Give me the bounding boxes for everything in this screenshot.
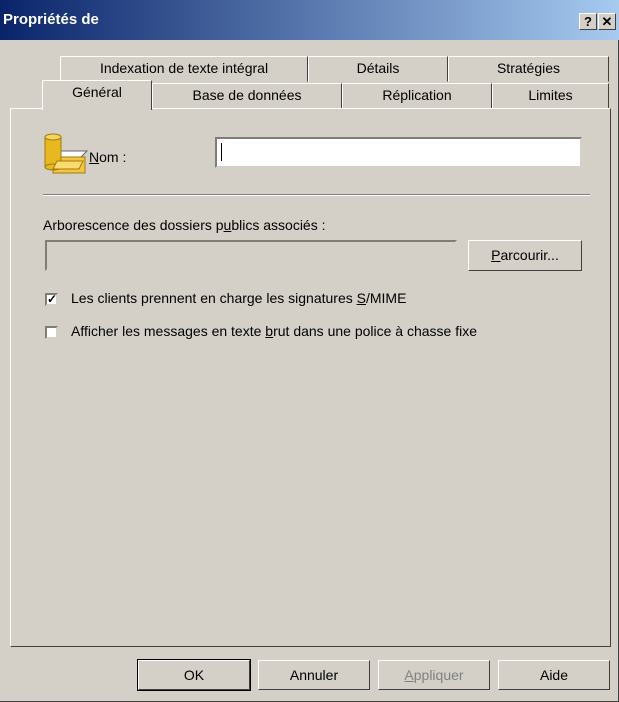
text-cursor (221, 143, 222, 161)
plain-text-label: Afficher les messages en texte brut dans… (71, 323, 477, 339)
tree-path-field[interactable] (45, 240, 457, 271)
tab-replication[interactable]: Réplication (342, 83, 492, 109)
help-button[interactable]: ? (579, 13, 597, 30)
cancel-button[interactable]: Annuler (258, 660, 370, 690)
tab-base-de-donnees[interactable]: Base de données (152, 83, 342, 109)
properties-dialog: Propriétés de ? ✕ Indexation de texte in… (0, 0, 619, 702)
database-folder-icon (44, 133, 89, 174)
tab-strategies[interactable]: Stratégies (448, 56, 609, 82)
name-label: Nom : (89, 149, 127, 165)
smime-checkbox[interactable]: ✓ (45, 293, 58, 306)
browse-button[interactable]: Parcourir... (468, 240, 582, 271)
close-icon: ✕ (601, 14, 613, 29)
apply-button[interactable]: Appliquer (378, 660, 490, 690)
title-bar[interactable]: Propriétés de ? ✕ (0, 0, 619, 40)
general-panel: Nom : Arborescence des dossiers publics … (10, 108, 611, 647)
tree-label: Arborescence des dossiers publics associ… (43, 217, 326, 233)
ok-button[interactable]: OK (137, 659, 251, 691)
tab-details[interactable]: Détails (308, 56, 448, 82)
window-title: Propriétés de (3, 11, 99, 28)
name-input[interactable] (215, 137, 582, 168)
tab-limites[interactable]: Limites (492, 83, 609, 109)
help-footer-button[interactable]: Aide (498, 660, 610, 690)
question-icon: ? (584, 14, 592, 29)
smime-label: Les clients prennent en charge les signa… (71, 290, 407, 306)
separator (43, 194, 590, 196)
plain-text-checkbox[interactable] (45, 326, 58, 339)
check-icon: ✓ (47, 292, 58, 306)
tab-indexation[interactable]: Indexation de texte intégral (60, 56, 308, 82)
tab-general[interactable]: Général (42, 80, 152, 110)
close-button[interactable]: ✕ (598, 13, 616, 30)
